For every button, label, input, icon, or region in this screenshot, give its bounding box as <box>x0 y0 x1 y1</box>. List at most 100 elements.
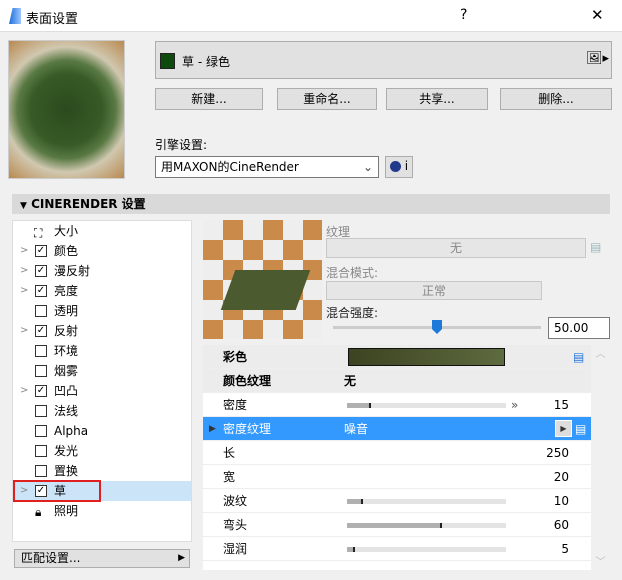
slider-thumb[interactable] <box>432 320 442 334</box>
blend-mode-field[interactable]: 正常 <box>326 281 542 300</box>
channel-checkbox[interactable] <box>35 425 47 437</box>
blend-strength-input[interactable]: 50.00 <box>548 317 610 339</box>
prop-row[interactable]: 密度 » 15 <box>203 393 591 417</box>
channel-item[interactable]: Alpha <box>13 421 191 441</box>
prop-label: 密度纹理 <box>223 422 272 436</box>
channel-item[interactable]: 透明 <box>13 301 191 321</box>
rename-button[interactable]: 重命名... <box>277 88 377 110</box>
texture-link-icon[interactable]: ▤ <box>575 417 586 441</box>
channel-checkbox[interactable]: ✓ <box>35 325 47 337</box>
help-button[interactable]: ? <box>460 7 467 23</box>
prop-label: 波纹 <box>223 494 248 508</box>
prop-slider[interactable] <box>347 499 506 504</box>
material-name: 草 - 绿色 <box>182 55 230 69</box>
scroll-down-icon[interactable]: ﹀ <box>592 553 609 568</box>
chevron-down-icon: ⌄ <box>362 160 373 174</box>
scrollbar[interactable]: ︿ ﹀ <box>592 345 609 570</box>
scroll-up-icon[interactable]: ︿ <box>592 345 609 360</box>
close-button[interactable]: ✕ <box>591 6 604 24</box>
channel-checkbox[interactable] <box>35 405 47 417</box>
match-settings-label: 匹配设置... <box>21 551 81 565</box>
channel-checkbox[interactable]: ✓ <box>35 245 47 257</box>
texture-preview <box>203 220 322 339</box>
engine-value: 用MAXON的CineRender <box>161 160 299 174</box>
prop-value: 噪音 <box>344 422 369 436</box>
section-header[interactable]: ▼ CINERENDER 设置 <box>12 194 610 214</box>
prop-row[interactable]: 长 250 <box>203 441 591 465</box>
channel-item[interactable]: > ✓ 亮度 <box>13 281 191 301</box>
prop-row-color-texture[interactable]: 颜色纹理 无 <box>203 369 591 393</box>
share-button[interactable]: 共享... <box>386 88 488 110</box>
texture-link-icon[interactable]: ▤ <box>573 345 584 369</box>
prop-row[interactable]: ▶ 密度纹理 噪音 ▶ ▤ <box>203 417 591 441</box>
blend-strength-slider[interactable] <box>333 320 541 334</box>
prop-value[interactable]: 5 <box>561 537 569 561</box>
channel-item[interactable]: 法线 <box>13 401 191 421</box>
channel-checkbox[interactable] <box>35 445 47 457</box>
color-swatch[interactable] <box>348 348 505 366</box>
channel-label: 大小 <box>54 224 79 238</box>
channel-label: 亮度 <box>54 284 79 298</box>
channel-label: 照明 <box>54 504 79 518</box>
prop-row[interactable]: 湿润 5 <box>203 537 591 561</box>
prop-row[interactable]: 宽 20 <box>203 465 591 489</box>
prop-value[interactable]: 60 <box>554 513 569 537</box>
texture-browse-icon[interactable]: ▤ <box>590 240 601 254</box>
channel-item[interactable]: 环境 <box>13 341 191 361</box>
prop-slider[interactable] <box>347 523 506 528</box>
material-swatch <box>160 53 175 69</box>
channel-checkbox[interactable] <box>35 465 47 477</box>
prop-value[interactable]: 250 <box>546 441 569 465</box>
chevron-right-icon[interactable]: > <box>20 241 28 261</box>
window-title: 表面设置 <box>26 12 79 27</box>
delete-button[interactable]: 删除... <box>500 88 612 110</box>
prop-value[interactable]: 10 <box>554 489 569 513</box>
engine-select[interactable]: 用MAXON的CineRender ⌄ <box>155 156 379 178</box>
channel-checkbox[interactable]: ✓ <box>35 285 47 297</box>
prop-value[interactable]: 20 <box>554 465 569 489</box>
prop-row[interactable]: 波纹 10 <box>203 489 591 513</box>
texture-field[interactable]: 无 <box>326 238 586 258</box>
new-button[interactable]: 新建... <box>155 88 263 110</box>
channel-checkbox[interactable] <box>35 345 47 357</box>
expand-icon[interactable]: ▶ <box>209 417 216 441</box>
channel-item[interactable]: 烟雾 <box>13 361 191 381</box>
blend-mode-label: 混合模式: <box>326 266 379 280</box>
chevron-right-icon[interactable]: > <box>20 281 28 301</box>
prop-label: 宽 <box>223 470 236 484</box>
channel-checkbox[interactable]: ✓ <box>35 385 47 397</box>
prop-label: 密度 <box>223 398 248 412</box>
channel-label: Alpha <box>54 424 89 438</box>
material-selector[interactable]: 草 - 绿色 🖼▸ <box>155 41 612 79</box>
chevron-right-icon[interactable]: > <box>20 381 28 401</box>
prop-label: 颜色纹理 <box>223 374 272 388</box>
image-menu-icon[interactable]: 🖼▸ <box>586 51 609 66</box>
channel-item[interactable]: 置换 <box>13 461 191 481</box>
slider-fill <box>347 547 355 552</box>
chevron-right-icon[interactable]: > <box>20 261 28 281</box>
prop-row[interactable]: 弯头 60 <box>203 513 591 537</box>
channel-label: 环境 <box>54 344 79 358</box>
prop-slider[interactable] <box>347 403 506 408</box>
prop-label: 弯头 <box>223 518 248 532</box>
chevron-right-icon[interactable]: > <box>20 321 28 341</box>
double-chevron-icon[interactable]: » <box>511 393 518 417</box>
channel-checkbox[interactable] <box>35 305 47 317</box>
channel-item[interactable]: > ✓ 颜色 <box>13 241 191 261</box>
prop-value[interactable]: 15 <box>554 393 569 417</box>
channel-checkbox[interactable] <box>35 365 47 377</box>
channel-item[interactable]: > ✓ 漫反射 <box>13 261 191 281</box>
channel-checkbox[interactable]: ✓ <box>35 265 47 277</box>
channel-item[interactable]: 🔒︎ 照明 <box>13 501 191 521</box>
match-settings-button[interactable]: 匹配设置... ▶ <box>14 549 190 568</box>
size-icon: ⛶ <box>34 226 43 240</box>
prop-row-color[interactable]: 彩色 ▤ <box>203 345 591 369</box>
prop-slider[interactable] <box>347 547 506 552</box>
chevron-right-icon: ▶ <box>178 553 185 563</box>
engine-info-button[interactable]: i <box>385 156 413 178</box>
channel-item[interactable]: ⛶ 大小 <box>13 221 191 241</box>
texture-menu-button[interactable]: ▶ <box>555 420 572 437</box>
channel-item[interactable]: > ✓ 反射 <box>13 321 191 341</box>
channel-item[interactable]: > ✓ 凹凸 <box>13 381 191 401</box>
channel-item[interactable]: 发光 <box>13 441 191 461</box>
